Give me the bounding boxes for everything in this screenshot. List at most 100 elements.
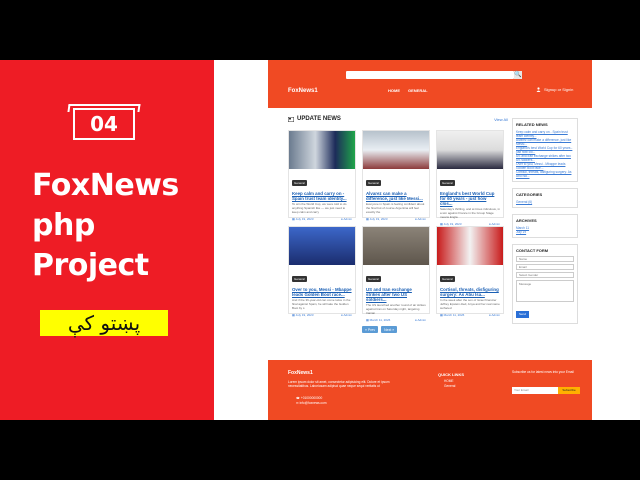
card-body: General Cortisol, threats, disfiguring s… [437,265,503,319]
promo-line-1: FoxNews [32,168,179,203]
author-icon: ● Admin [415,217,426,221]
news-card[interactable]: General Cortisol, threats, disfiguring s… [436,226,504,317]
search-button[interactable]: 🔍 [514,71,522,79]
related-news-link[interactable]: England's best World Cup for 60 years - … [516,146,574,154]
news-excerpt: In the week after the son of Israel fina… [440,299,500,310]
main-content: UPDATE NEWS View All General Keep calm a… [288,116,508,322]
related-news-box: RELATED NEWS Keep calm and carry on - Sp… [512,118,578,182]
login-label: Signup or Signin [544,87,574,92]
news-card[interactable]: General US and Iran exchange strikes aft… [362,226,430,322]
category-badge[interactable]: General [366,276,381,282]
news-grid: General Keep calm and carry on - Spain t… [288,130,508,322]
gender-select[interactable]: Select Gender [516,272,574,278]
calendar-icon: ▦ March 11, 2026 [366,318,391,322]
news-card[interactable]: General England's best World Cup for 60 … [436,130,504,226]
category-badge[interactable]: General [440,180,455,186]
category-badge[interactable]: General [292,180,307,186]
site-brand[interactable]: FoxNews1 [288,88,318,94]
footer-email: info@foxnews.com [299,401,327,405]
news-title[interactable]: Over to you, Messi - Mbappe leads Golden… [292,287,352,297]
card-body: General England's best World Cup for 60 … [437,169,503,228]
related-news-link[interactable]: Keep calm and carry on - Spain trust tea… [516,130,574,138]
news-title[interactable]: Keep calm and carry on - Spain trust tea… [292,191,352,201]
calendar-icon: ▦ July 19, 2023 [292,313,314,317]
author-icon: ● Admin [489,313,500,317]
news-author: Admin [343,217,352,221]
prev-button[interactable]: « Prev [362,326,379,333]
news-thumbnail[interactable] [289,227,355,265]
card-body: General US and Iran exchange strikes aft… [363,265,429,324]
news-title[interactable]: Cortisol, threats, disfiguring surgery: … [440,287,500,297]
news-title[interactable]: Alvarez can make a difference, just like… [366,191,426,201]
name-field[interactable]: Name [516,256,574,262]
related-news-link[interactable]: Alvarez can make a difference, just like… [516,138,574,146]
contact-form-title: CONTACT FORM [516,248,549,253]
promo-line-3: Project [32,248,149,283]
news-date: March 11, 2026 [369,318,391,322]
related-news-link[interactable]: Over to you, Messi - Mbappe leads Golden… [516,162,574,170]
search-input[interactable] [346,71,514,79]
archives-box: ARCHIVES March 11 July 19 [512,214,578,238]
newsletter-text: Subscribe us for latest news into your E… [512,370,574,374]
site-header: 🔍 FoxNews1 HOME GENERAL Signup or Signin [268,60,592,108]
related-news-link[interactable]: US and Iran exchange strikes after two U… [516,154,574,162]
pashto-label: پښتو کې [40,310,168,336]
news-thumbnail[interactable] [437,131,503,169]
news-card[interactable]: General Alvarez can make a difference, j… [362,130,430,221]
news-excerpt: The US launched another round of air str… [366,304,426,315]
news-thumbnail[interactable] [363,227,429,265]
category-badge[interactable]: General [366,180,381,186]
footer-link-general[interactable]: General [444,384,455,388]
nav-home[interactable]: HOME [388,88,400,93]
subscribe-button[interactable]: Subscribe [558,387,580,394]
category-link[interactable]: General (6) [516,200,574,204]
section-header: UPDATE NEWS [288,116,508,122]
archive-link[interactable]: July 19 [516,230,574,234]
category-badge[interactable]: General [440,276,455,282]
pagination: « Prev Next » [362,326,398,333]
view-all-link[interactable]: View All [494,117,508,122]
login-link[interactable]: Signup or Signin [536,87,573,92]
calendar-icon: ▦ March 11, 2026 [440,313,465,317]
footer-phone: +01000000000 [300,396,323,400]
news-card[interactable]: General Keep calm and carry on - Spain t… [288,130,356,221]
footer-contact: ☎ +01000000000 ✉ info@foxnews.com [296,396,327,406]
promo-panel: 04 FoxNews php Project پښتو کې [0,60,214,420]
footer-link-home[interactable]: HOME [444,379,454,383]
news-excerpt: Everyone in Spain is feeling confident a… [366,203,425,214]
footer-brand: FoxNews1 [288,370,313,376]
newsletter-email-input[interactable]: Your Email [512,387,558,394]
news-meta: ▦ July 19, 2023 ● Admin [292,217,352,221]
archives-title: ARCHIVES [516,218,537,223]
news-thumbnail[interactable] [289,131,355,169]
calendar-icon: ▦ July 19, 2023 [292,217,314,221]
author-icon: ● Admin [341,313,352,317]
calendar-icon: ▦ July 19, 2023 [366,217,388,221]
site-footer: FoxNews1 Lorem ipsum dolor sit amet, con… [268,360,592,420]
related-news-link[interactable]: Cortisol, threats, disfiguring surgery: … [516,170,574,178]
news-meta: ▦ July 19, 2023 ● Admin [366,217,426,221]
news-title[interactable]: US and Iran exchange strikes after two U… [366,287,426,302]
news-thumbnail[interactable] [437,227,503,265]
news-excerpt: And if the 36-year-old can come twice in… [292,299,351,310]
card-body: General Alvarez can make a difference, j… [363,169,429,223]
news-author: Admin [417,318,426,322]
news-card[interactable]: General Over to you, Messi - Mbappe lead… [288,226,356,317]
message-field[interactable]: Message [516,280,574,302]
card-body: General Keep calm and carry on - Spain t… [289,169,355,223]
category-badge[interactable]: General [292,276,307,282]
news-thumbnail[interactable] [363,131,429,169]
news-meta: ▦ July 19, 2023 ● Admin [292,313,352,317]
news-author: Admin [417,217,426,221]
email-field[interactable]: Email [516,264,574,270]
news-title[interactable]: England's best World Cup for 60 years - … [440,191,500,206]
news-author: Admin [343,313,352,317]
main-nav: HOME GENERAL [388,88,428,93]
nav-general[interactable]: GENERAL [408,88,428,93]
user-icon [536,87,541,92]
news-author: Admin [491,313,500,317]
send-button[interactable]: Send [516,310,530,318]
next-button[interactable]: Next » [381,326,398,333]
contact-form-box: CONTACT FORM Name Email Select Gender Me… [512,244,578,324]
author-icon: ● Admin [415,318,426,322]
